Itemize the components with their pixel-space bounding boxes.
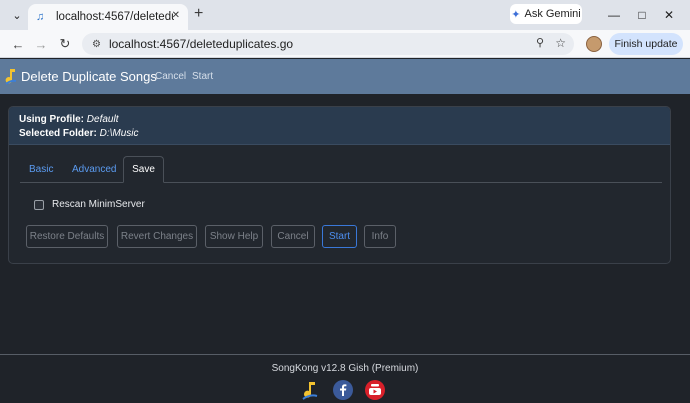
folder-label: Selected Folder:: [19, 128, 97, 139]
footer-version: SongKong v12.8 Gish (Premium): [271, 363, 419, 374]
info-button[interactable]: Info: [364, 225, 396, 248]
finish-update-button[interactable]: Finish update: [609, 33, 683, 55]
folder-value: D:\Music: [99, 128, 139, 139]
start-button[interactable]: Start: [322, 225, 357, 248]
rescan-minimserver-checkbox[interactable]: [34, 199, 44, 210]
ask-gemini-label: Ask Gemini: [524, 8, 581, 20]
address-bar[interactable]: ⚙ localhost:4567/deleteduplicates.go ⚲ ☆: [82, 33, 574, 55]
bookmark-star-icon[interactable]: ☆: [555, 36, 566, 50]
options-tabs: Basic Advanced Save: [20, 156, 662, 183]
browser-toolbar: ← → ↻ ⚙ localhost:4567/deleteduplicates.…: [0, 30, 690, 58]
footer-divider: [0, 354, 690, 355]
songkong-logo-icon: [5, 69, 17, 85]
tab-basic[interactable]: Basic: [29, 164, 53, 175]
profile-line: Using Profile: Default: [19, 114, 118, 125]
rescan-minimserver-option[interactable]: Rescan MinimServer: [34, 199, 145, 210]
music-note-icon: ♫: [36, 11, 45, 23]
maximize-icon[interactable]: □: [633, 6, 651, 24]
tab-save[interactable]: Save: [123, 156, 164, 183]
songkong-logo-icon[interactable]: [300, 380, 320, 400]
close-tab-icon[interactable]: ✕: [172, 10, 180, 21]
tab-advanced[interactable]: Advanced: [72, 164, 116, 175]
browser-tabstrip: ⌄ ♫ localhost:4567/deleteduplicates ✕ + …: [0, 0, 690, 30]
close-window-icon[interactable]: ✕: [660, 6, 678, 24]
folder-line: Selected Folder: D:\Music: [19, 128, 139, 139]
site-info-icon[interactable]: ⚙: [92, 39, 101, 50]
facebook-icon[interactable]: [333, 380, 353, 400]
new-tab-icon[interactable]: +: [194, 6, 203, 22]
restore-defaults-button[interactable]: Restore Defaults: [26, 225, 108, 248]
browser-tab[interactable]: ♫ localhost:4567/deleteduplicates ✕: [28, 4, 188, 30]
ask-gemini-button[interactable]: ✦ Ask Gemini: [510, 4, 582, 24]
show-help-button[interactable]: Show Help: [205, 225, 263, 248]
profile-value: Default: [86, 114, 119, 125]
rescan-minimserver-label: Rescan MinimServer: [52, 199, 145, 210]
minimize-icon[interactable]: —: [605, 6, 623, 24]
cancel-button[interactable]: Cancel: [271, 225, 315, 248]
revert-changes-button[interactable]: Revert Changes: [117, 225, 197, 248]
header-cancel-link[interactable]: Cancel: [155, 71, 186, 82]
forward-icon[interactable]: →: [31, 34, 51, 54]
tab-search-icon[interactable]: ⌄: [7, 5, 27, 25]
profile-label: Using Profile:: [19, 114, 85, 125]
youtube-icon[interactable]: [365, 380, 385, 400]
back-icon[interactable]: ←: [8, 34, 28, 54]
task-card: Using Profile: Default Selected Folder: …: [8, 106, 671, 264]
profile-avatar[interactable]: [586, 36, 602, 52]
gemini-sparkle-icon: ✦: [511, 8, 521, 21]
app-title: Delete Duplicate Songs: [21, 69, 157, 84]
tab-title: localhost:4567/deleteduplicates: [56, 11, 174, 23]
reload-icon[interactable]: ↻: [55, 34, 75, 54]
card-header: Using Profile: Default Selected Folder: …: [9, 107, 670, 145]
header-start-link[interactable]: Start: [192, 71, 213, 82]
zoom-icon[interactable]: ⚲: [536, 36, 544, 49]
url-text: localhost:4567/deleteduplicates.go: [108, 37, 294, 51]
app-header: Delete Duplicate Songs Cancel Start: [0, 59, 690, 94]
